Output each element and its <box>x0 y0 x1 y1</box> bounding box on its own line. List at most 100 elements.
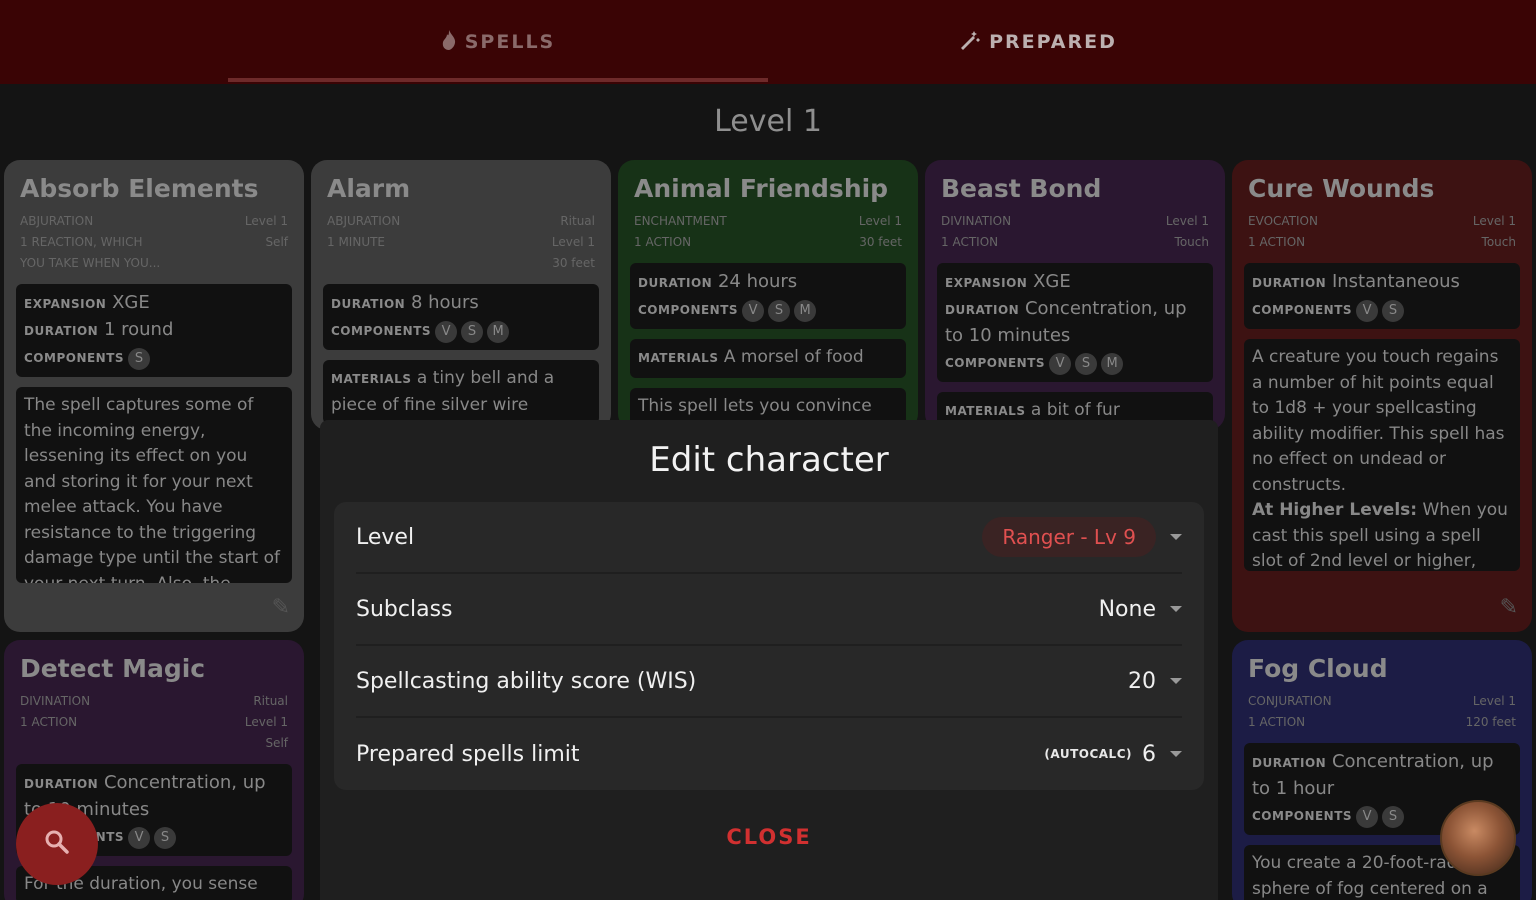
materials-label: MATERIALS <box>638 351 719 365</box>
component-s: S <box>461 321 484 343</box>
spell-level: Level 1 <box>858 214 902 228</box>
materials-label: MATERIALS <box>331 372 412 386</box>
spell-title: Alarm <box>327 174 411 203</box>
spell-range: Touch <box>1481 235 1516 249</box>
component-m: M <box>487 321 510 343</box>
tab-prepared[interactable]: PREPARED <box>768 0 1308 84</box>
spell-school: ENCHANTMENT <box>634 214 727 228</box>
spell-range: Self <box>265 235 288 249</box>
subclass-value[interactable]: None <box>1099 597 1156 622</box>
subclass-label: Subclass <box>356 596 453 622</box>
component-v: V <box>1356 806 1379 828</box>
spell-ritual: Ritual <box>253 694 288 708</box>
dialog-title: Edit character <box>649 440 889 480</box>
duration-value: 1 round <box>103 319 174 340</box>
spell-school: ABJURATION <box>327 214 401 228</box>
class-level-chip[interactable]: Ranger - Lv 9 <box>982 517 1156 557</box>
subclass-row[interactable]: Subclass None <box>356 574 1182 646</box>
spell-school: DIVINATION <box>20 694 91 708</box>
components-label: COMPONENTS <box>1252 303 1353 317</box>
spell-card-beast-bond[interactable]: Beast Bond DIVINATION Level 1 1 ACTION Tou… <box>925 160 1225 430</box>
spell-level: Level 1 <box>551 235 595 249</box>
component-s: S <box>1382 806 1405 828</box>
spell-title: Beast Bond <box>941 174 1102 203</box>
spell-range: 120 feet <box>1465 715 1516 729</box>
spell-casting-time: 1 ACTION <box>941 235 999 249</box>
component-v: V <box>1356 300 1379 322</box>
spell-school: DIVINATION <box>941 214 1012 228</box>
spell-info-box: DURATION Instantaneous COMPONENTS V S <box>1244 263 1520 329</box>
materials-value: a bit of fur <box>1030 400 1120 420</box>
spell-card-alarm[interactable]: Alarm ABJURATION Ritual 1 MINUTE Level 1 3… <box>311 160 611 430</box>
spell-casting-time: 1 MINUTE <box>327 235 386 249</box>
chevron-down-icon[interactable] <box>1170 534 1182 540</box>
duration-label: DURATION <box>1252 756 1327 770</box>
tab-prepared-label: PREPARED <box>989 31 1117 53</box>
spell-description: The spell captures some of the incoming … <box>16 387 292 583</box>
spell-casting-time-cont: YOU TAKE WHEN YOU... <box>20 256 161 270</box>
spell-school: EVOCATION <box>1248 214 1318 228</box>
spell-info-box: DURATION 24 hours COMPONENTS V S M <box>630 263 906 329</box>
spell-level: Level 1 <box>1472 694 1516 708</box>
component-v: V <box>435 321 458 343</box>
search-fab[interactable] <box>16 803 98 885</box>
spell-casting-time: 1 ACTION <box>1248 715 1306 729</box>
expansion-value: XGE <box>112 292 150 313</box>
spell-casting-time: 1 ACTION <box>1248 235 1306 249</box>
close-button[interactable]: CLOSE <box>320 825 1218 849</box>
level-heading: Level 1 <box>714 104 822 139</box>
spell-title: Absorb Elements <box>20 174 259 203</box>
duration-label: DURATION <box>1252 276 1327 290</box>
duration-label: DURATION <box>331 297 406 311</box>
expansion-label: EXPANSION <box>945 276 1028 290</box>
duration-label: DURATION <box>24 324 99 338</box>
component-m: M <box>1101 353 1124 375</box>
spell-card-cure-wounds[interactable]: Cure Wounds EVOCATION Level 1 1 ACTION Tou… <box>1232 160 1532 632</box>
autocalc-tag: (AUTOCALC) <box>1044 747 1132 761</box>
expansion-label: EXPANSION <box>24 297 107 311</box>
spell-range: Touch <box>1174 235 1209 249</box>
spell-range: 30 feet <box>859 235 902 249</box>
duration-value: 24 hours <box>717 271 798 292</box>
component-s: S <box>1382 300 1405 322</box>
level-row[interactable]: Level Ranger - Lv 9 <box>356 502 1182 574</box>
spell-range: Self <box>265 736 288 750</box>
spell-materials: MATERIALS A morsel of food <box>630 339 906 378</box>
spell-title: Animal Friendship <box>634 174 889 203</box>
chevron-down-icon[interactable] <box>1170 678 1182 684</box>
active-tab-indicator <box>228 78 768 82</box>
top-app-bar: SPELLS PREPARED <box>0 0 1536 84</box>
spell-level: Level 1 <box>1165 214 1209 228</box>
duration-value: Instantaneous <box>1331 271 1460 292</box>
materials-value: A morsel of food <box>723 347 864 367</box>
spell-info-box: EXPANSION XGE DURATION Concentration, up… <box>937 263 1213 382</box>
components-label: COMPONENTS <box>24 351 125 365</box>
ability-score-label: Spellcasting ability score (WIS) <box>356 668 697 694</box>
tab-spells[interactable]: SPELLS <box>228 0 768 84</box>
ability-score-value[interactable]: 20 <box>1128 669 1156 694</box>
chevron-down-icon[interactable] <box>1170 606 1182 612</box>
spell-card-animal-friendship[interactable]: Animal Friendship ENCHANTMENT Level 1 1 A… <box>618 160 918 430</box>
prepared-limit-row[interactable]: Prepared spells limit (AUTOCALC) 6 <box>356 718 1182 790</box>
level-label: Level <box>356 524 415 550</box>
prepare-wand-icon[interactable]: ✎ <box>1500 595 1518 620</box>
spell-info-box: EXPANSION XGE DURATION 1 round COMPONENT… <box>16 284 292 377</box>
duration-label: DURATION <box>945 303 1020 317</box>
prepared-limit-value[interactable]: 6 <box>1142 742 1156 767</box>
chevron-down-icon[interactable] <box>1170 751 1182 757</box>
spell-card-absorb-elements[interactable]: Absorb Elements ABJURATION Level 1 1 REAC… <box>4 160 304 632</box>
components-label: COMPONENTS <box>638 303 739 317</box>
component-v: V <box>1049 353 1072 375</box>
ability-score-row[interactable]: Spellcasting ability score (WIS) 20 <box>356 646 1182 718</box>
spell-ritual: Ritual <box>560 214 595 228</box>
spell-description: A creature you touch regains a number of… <box>1244 339 1520 571</box>
spell-materials: MATERIALS a tiny bell and a piece of fin… <box>323 360 599 424</box>
edit-character-dialog: Edit character Level Ranger - Lv 9 Subcl… <box>320 420 1218 900</box>
component-s: S <box>154 827 177 849</box>
component-v: V <box>128 827 151 849</box>
avatar[interactable] <box>1440 800 1516 876</box>
components-label: COMPONENTS <box>331 324 432 338</box>
component-s: S <box>1075 353 1098 375</box>
prepare-wand-icon[interactable]: ✎ <box>272 595 290 620</box>
duration-label: DURATION <box>24 777 99 791</box>
